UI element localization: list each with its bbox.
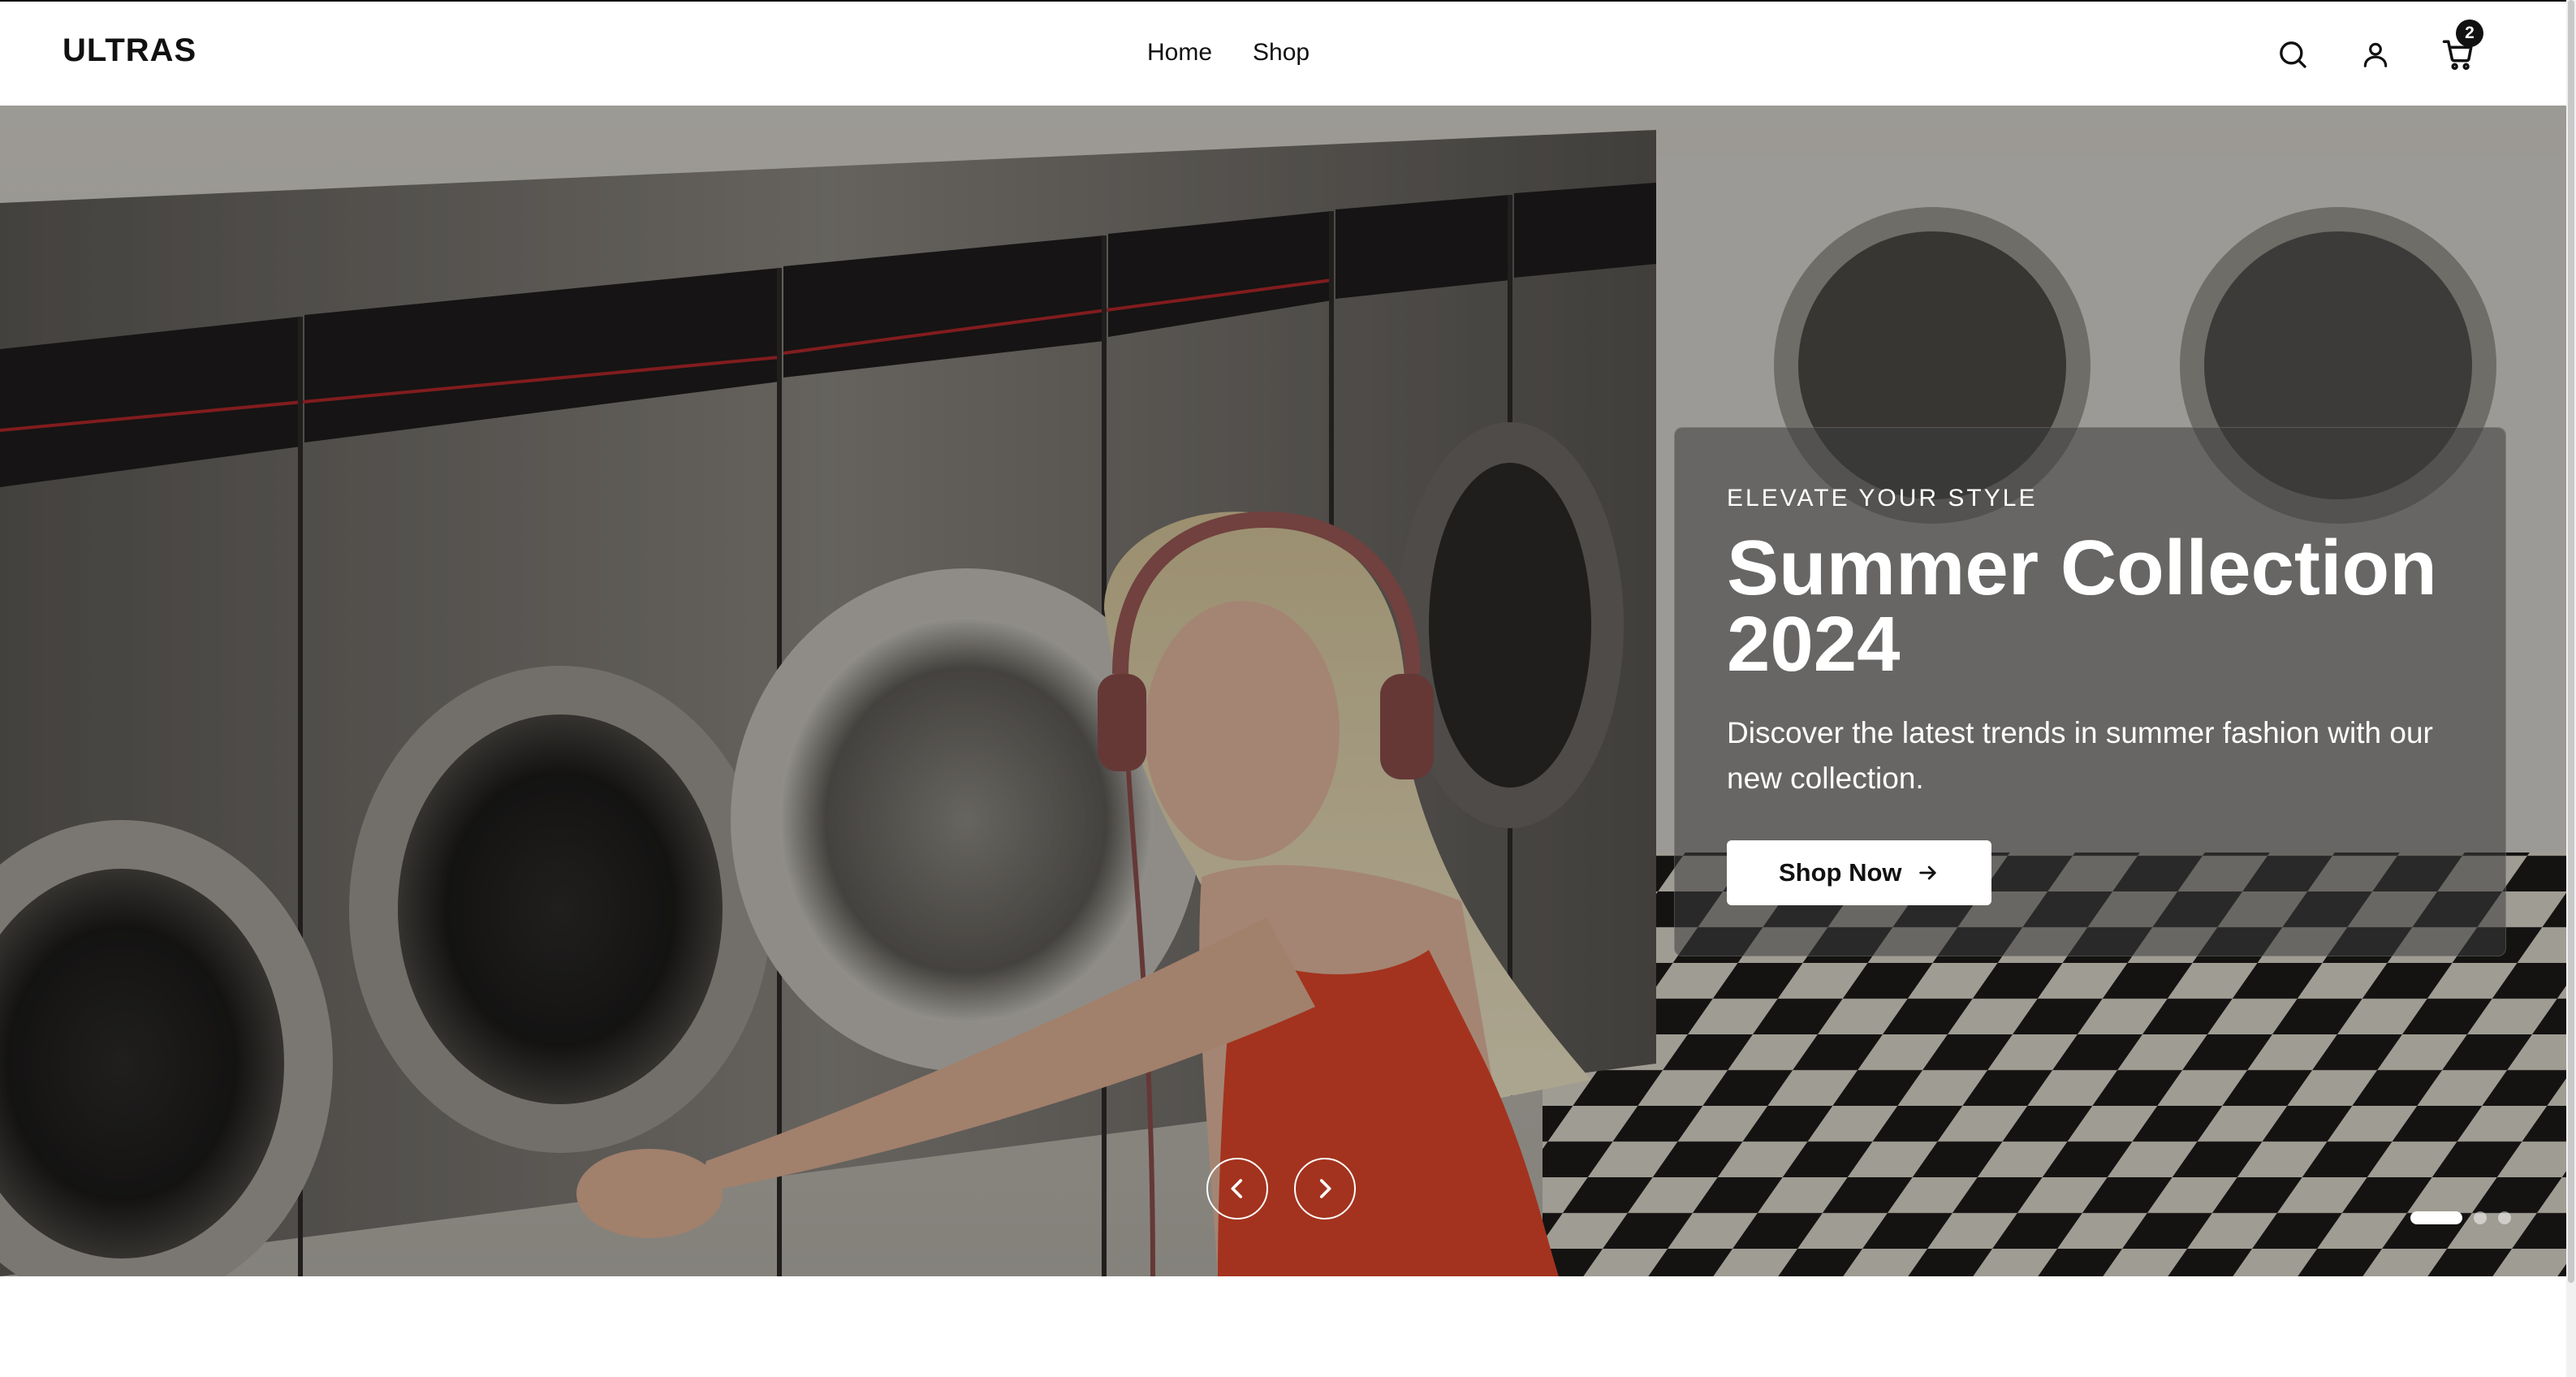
slide-indicators (2410, 1211, 2511, 1224)
account-button[interactable] (2355, 34, 2396, 75)
search-button[interactable] (2272, 34, 2313, 75)
prev-slide-button[interactable] (1206, 1158, 1268, 1219)
next-slide-button[interactable] (1294, 1158, 1356, 1219)
page-scrollbar[interactable] (2566, 0, 2576, 1377)
chevron-right-icon (1319, 1179, 1331, 1198)
nav-home[interactable]: Home (1147, 39, 1212, 67)
hero-banner: ELEVATE YOUR STYLE Summer Collection 202… (0, 106, 2576, 1276)
shop-now-button[interactable]: Shop Now (1727, 840, 1991, 905)
slider-arrows (1206, 1158, 1356, 1219)
user-icon (2363, 42, 2388, 67)
nav-shop[interactable]: Shop (1253, 39, 1310, 67)
site-header: ULTRAS Home Shop 2 (0, 0, 2576, 106)
hero-eyebrow: ELEVATE YOUR STYLE (1727, 485, 2038, 512)
hero-content-card: ELEVATE YOUR STYLE Summer Collection 202… (1674, 427, 2506, 956)
arrow-right-icon (1918, 865, 1936, 880)
hero-title: Summer Collection 2024 (1727, 524, 2437, 688)
search-icon (2280, 41, 2306, 68)
header-actions: 2 (2272, 19, 2483, 75)
cart-count-badge: 2 (2456, 19, 2483, 47)
shop-now-label: Shop Now (1779, 858, 1902, 887)
site-logo[interactable]: ULTRAS (63, 32, 196, 69)
scrollbar-thumb[interactable] (2568, 0, 2574, 1283)
main-nav: Home Shop (1147, 39, 1310, 67)
chevron-left-icon (1231, 1179, 1243, 1198)
slide-dot-3[interactable] (2498, 1211, 2511, 1224)
hero-description: Discover the latest trends in summer fas… (1727, 716, 2433, 795)
cart-button[interactable]: 2 (2438, 19, 2483, 75)
slide-dot-2[interactable] (2474, 1211, 2487, 1224)
slide-dot-1[interactable] (2410, 1211, 2462, 1224)
